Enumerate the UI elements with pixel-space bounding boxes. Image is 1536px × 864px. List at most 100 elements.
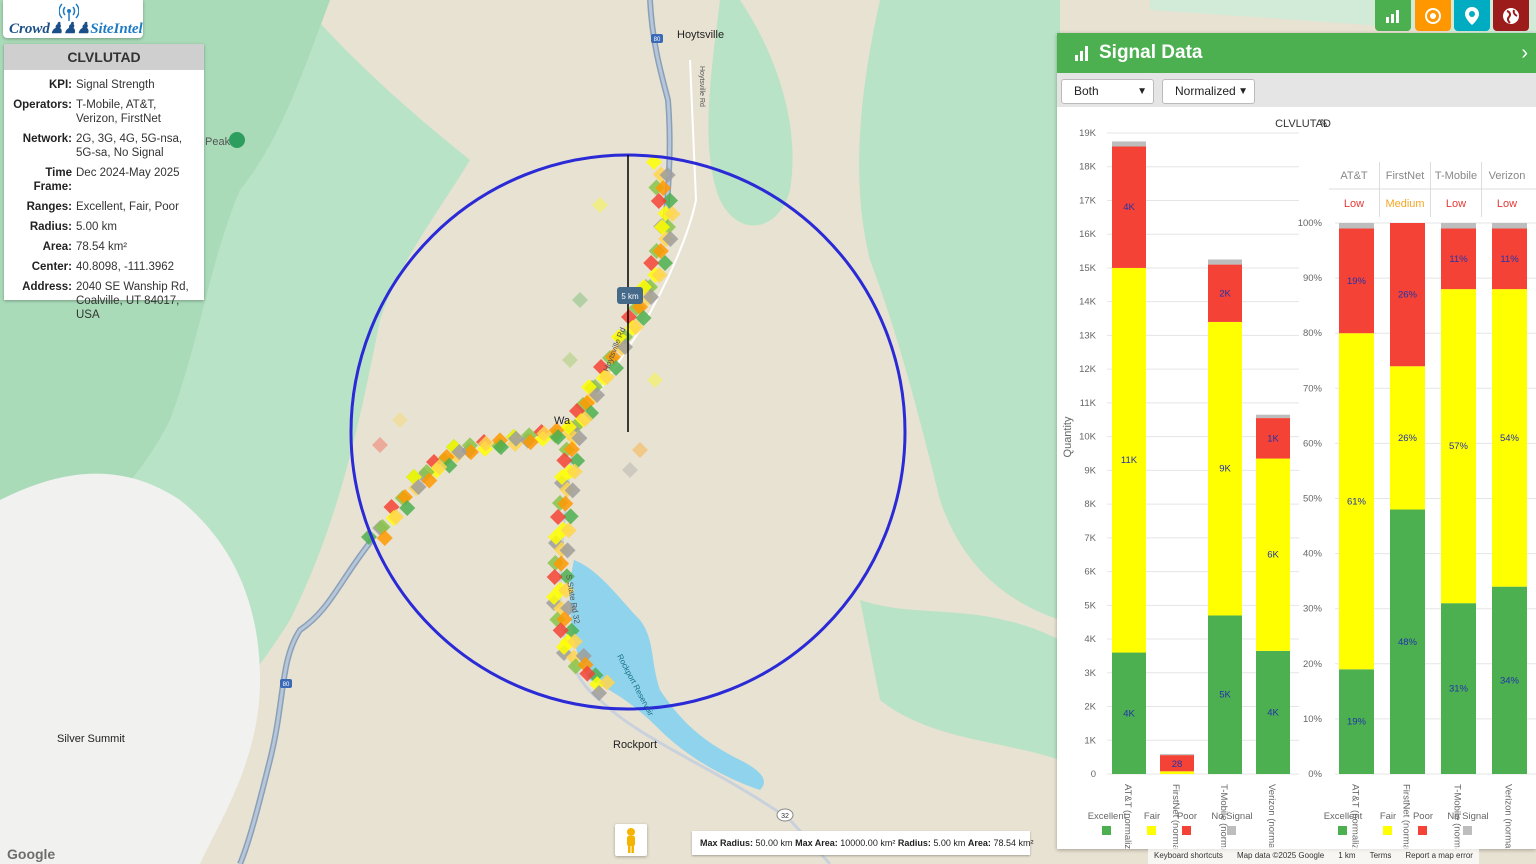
quantity-chart-data-label: 11K [1121,455,1138,466]
place-hoytsville: Hoytsville [677,29,724,41]
info-value: Excellent, Fair, Poor [76,201,179,213]
quantity-chart-tick-label: 2K [1084,702,1096,713]
percent-chart-tick-label: 0% [1308,769,1322,780]
quantity-chart-bar-segment [1256,414,1290,419]
quantity-chart-category-label: Verizon (normalized) [1266,784,1277,849]
park-icon [229,132,245,148]
operator-level: Low [1344,198,1364,210]
toolbar-chart-button[interactable] [1375,0,1411,31]
info-label: Ranges: [26,201,72,213]
signal-data-title: Signal Data [1099,42,1203,63]
quantity-chart-tick-label: 15K [1079,263,1097,274]
quantity-chart-legend-label: Fair [1144,811,1160,822]
target-icon [1425,7,1441,24]
quantity-chart-tick-label: 8K [1084,499,1096,510]
quantity-chart-data-label: 2K [1219,288,1231,299]
map-attribution: Keyboard shortcuts Map data ©2025 Google… [1148,847,1479,864]
quantity-chart-tick-label: 12K [1079,364,1097,375]
info-row: Center: 40.8098, -111.3962 [4,260,204,274]
percent-chart-legend-swatch [1463,826,1472,835]
quantity-chart-tick-label: 0 [1091,769,1096,780]
signal-data-panel: Signal Data › Both ▼ Normalized ▼ CLVLUTAD… [1057,33,1536,849]
quantity-chart-legend-swatch [1227,826,1236,835]
edit-pencil-icon: ✎ [1319,118,1328,130]
operator-level: Medium [1385,198,1424,210]
report-error-link[interactable]: Report a map error [1405,851,1473,860]
quantity-chart-tick-label: 6K [1084,567,1096,578]
percent-chart-data-label: 34% [1500,675,1520,686]
percent-chart-tick-label: 50% [1303,494,1323,505]
info-row: Operators: T-Mobile, AT&T, Verizon, First… [4,98,204,126]
percent-chart-tick-label: 20% [1303,659,1323,670]
quantity-chart-legend-swatch [1147,826,1156,835]
info-row: Radius: 5.00 km [4,220,204,234]
quantity-chart-legend-label: Poor [1177,811,1197,822]
info-row: Ranges: Excellent, Fair, Poor [4,200,204,214]
percent-chart-legend-swatch [1383,826,1392,835]
info-label: Time Frame: [33,167,72,193]
percent-chart-legend-label: No Signal [1447,811,1488,822]
signal-data-header: Signal Data › [1057,33,1536,73]
scale-label[interactable]: 1 km [1338,851,1355,860]
collapse-chevron-icon[interactable]: › [1521,42,1528,65]
place-rockport: Rockport [613,739,657,751]
quantity-chart-data-label: 9K [1219,464,1231,475]
toolbar-target-button[interactable] [1415,0,1451,31]
radius-marker-label: 5 km [621,292,639,301]
chart-icon [1386,9,1399,23]
quantity-chart-bar-segment [1160,771,1194,774]
info-value: 40.8098, -111.3962 [76,261,175,273]
quantity-chart-bar-segment [1160,754,1194,756]
quantity-chart-data-label: 4K [1123,708,1135,719]
percent-chart-legend-label: Fair [1380,811,1396,822]
quantity-chart-bar-segment [1208,259,1242,265]
info-value: 5.00 km [76,221,117,233]
quantity-chart-tick-label: 4K [1084,634,1096,645]
quantity-chart-data-label: 5K [1219,690,1231,701]
info-row: Time Frame: Dec 2024-May 2025 [4,166,204,194]
percent-chart-tick-label: 30% [1303,604,1323,615]
terms-link[interactable]: Terms [1370,851,1392,860]
percent-chart-legend-label: Excellent [1324,811,1363,822]
quantity-chart-tick-label: 3K [1084,668,1096,679]
toolbar-location-button[interactable] [1454,0,1490,31]
quantity-chart-tick-label: 13K [1079,330,1097,341]
percent-chart-data-label: 11% [1500,254,1519,265]
info-row: Network: 2G, 3G, 4G, 5G-nsa, 5G-sa, No Si… [4,132,204,160]
radius-info-bar: Max Radius: 50.00 km Max Area: 10000.00 … [692,831,1033,855]
chevron-down-icon: ▼ [1137,86,1147,97]
signal-filter-bar: Both ▼ Normalized ▼ [1057,73,1536,107]
mode-filter-select[interactable]: Normalized ▼ [1162,79,1255,104]
percent-chart-data-label: 54% [1500,433,1520,444]
percent-chart-data-label: 26% [1398,290,1418,301]
info-label: Network: [22,133,72,145]
keyboard-shortcuts-link[interactable]: Keyboard shortcuts [1154,851,1223,860]
info-label: KPI: [49,79,72,91]
street-view-pegman[interactable] [615,824,647,856]
pegman-icon [627,828,635,853]
place-wanship: Wa [554,415,571,427]
quantity-chart-data-label: 4K [1267,707,1279,718]
percent-chart-data-label: 57% [1449,441,1469,452]
info-label: Operators: [13,99,72,111]
map-pin-icon [1465,6,1479,25]
quantity-chart-data-label: 6K [1267,550,1279,561]
percent-chart-tick-label: 100% [1298,218,1323,229]
quantity-chart-tick-label: 14K [1079,297,1097,308]
percent-chart-tick-label: 60% [1303,438,1323,449]
route32-label: 32 [781,813,789,820]
info-label: Address: [22,281,72,293]
operator-level: Low [1446,198,1466,210]
info-label: Radius: [29,221,72,233]
quantity-axis-label: Quantity [1062,416,1074,457]
quantity-chart-legend-label: No Signal [1211,811,1252,822]
percent-chart-data-label: 19% [1347,276,1367,287]
info-label: Center: [31,261,72,273]
i80-label-bottom: 80 [283,682,290,688]
operator-header: FirstNet [1386,170,1425,182]
percent-chart-tick-label: 90% [1303,273,1323,284]
app-logo[interactable]: Crowd♟♟♟SiteIntel [3,0,143,38]
toolbar-globe-button[interactable] [1493,0,1529,31]
info-value: 78.54 km² [76,241,128,253]
network-filter-select[interactable]: Both ▼ [1061,79,1154,104]
